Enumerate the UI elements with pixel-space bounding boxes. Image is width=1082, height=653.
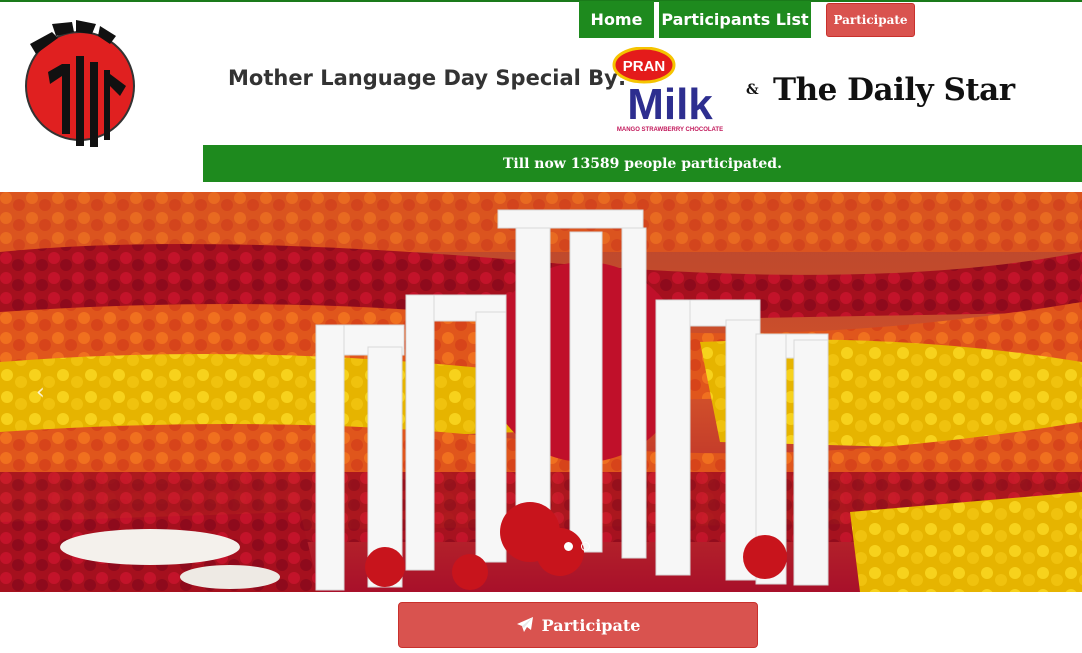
carousel-prev-icon[interactable]: ‹	[36, 380, 45, 405]
nav-participate-button[interactable]: Participate	[826, 3, 915, 37]
milk-product-text: Milk	[627, 80, 713, 129]
pran-milk-logo[interactable]: PRAN Milk MANGO STRAWBERRY CHOCOLATE	[612, 46, 730, 135]
participate-cta-button[interactable]: Participate	[398, 602, 758, 648]
paper-plane-icon	[516, 617, 533, 632]
milk-flavors-text: MANGO STRAWBERRY CHOCOLATE	[617, 127, 723, 133]
top-border	[0, 0, 1082, 2]
nav-home-button[interactable]: Home	[579, 1, 654, 38]
carousel-indicator-1[interactable]	[564, 542, 573, 551]
site-logo[interactable]	[22, 14, 138, 154]
sponsor-heading: Mother Language Day Special By:	[228, 66, 627, 90]
participation-counter-banner: Till now 13589 people participated.	[203, 145, 1082, 182]
carousel-indicator-2[interactable]	[581, 542, 590, 551]
pran-brand-text: PRAN	[623, 58, 666, 75]
sponsor-ampersand: &	[746, 82, 759, 98]
hero-slide-image	[0, 192, 1082, 592]
participate-cta-label: Participate	[541, 615, 641, 635]
daily-star-logo[interactable]: The Daily Star	[773, 72, 1015, 108]
nav-participants-list-button[interactable]: Participants List	[659, 1, 811, 38]
hero-carousel[interactable]: ‹	[0, 192, 1082, 592]
